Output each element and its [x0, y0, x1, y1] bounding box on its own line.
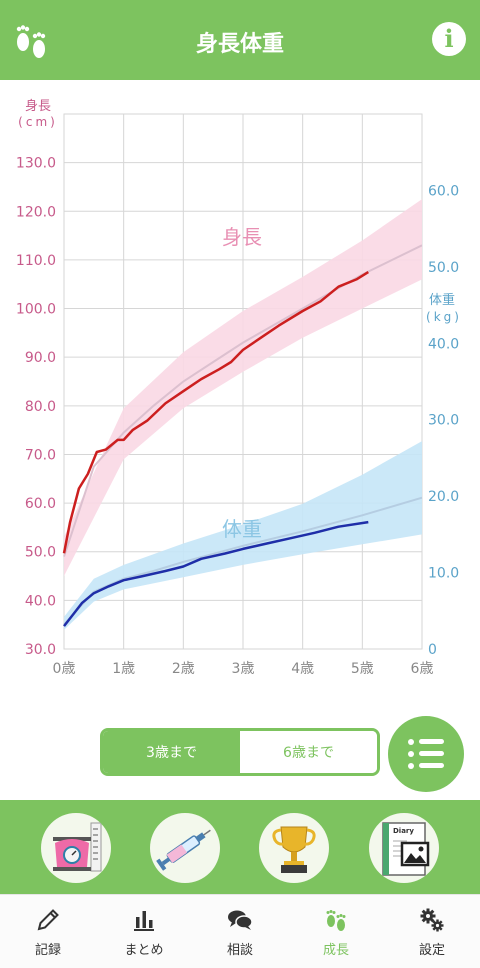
page-title: 身長体重 [195, 32, 284, 57]
tab-record[interactable]: 記録 [0, 895, 96, 968]
weight-tick-label: 0 [428, 642, 437, 658]
tab-settings-label: 設定 [418, 943, 445, 958]
age-tick-label: 0歳 [53, 661, 76, 677]
pencil-icon [37, 909, 59, 931]
scale-icon [53, 822, 102, 872]
height-tick-label: 80.0 [25, 399, 56, 415]
tab-record-label: 記録 [34, 943, 61, 958]
height-axis-unit: (cm) [18, 115, 58, 129]
height-series-label: 身長 [222, 225, 262, 249]
app-header: 身長体重 i [0, 0, 480, 80]
age-tick-label: 2歳 [172, 661, 195, 677]
height-tick-label: 30.0 [25, 642, 56, 658]
weight-tick-label: 60.0 [428, 183, 459, 199]
age-tick-label: 4歳 [291, 661, 314, 677]
tab-growth[interactable]: 成長 [288, 895, 384, 968]
height-tick-label: 120.0 [16, 204, 56, 220]
weight-tick-label: 20.0 [428, 489, 459, 505]
trophy-icon [272, 826, 316, 873]
height-tick-label: 100.0 [16, 302, 56, 318]
weight-axis-unit: (kg) [426, 310, 462, 324]
vaccine-button[interactable] [150, 813, 220, 883]
diary-icon: Diary [382, 822, 430, 876]
weight-axis-title: 体重 [429, 292, 455, 308]
tab-summary-label: まとめ [124, 943, 164, 958]
height-tick-label: 110.0 [16, 253, 56, 269]
diary-button[interactable]: Diary [369, 813, 439, 883]
weight-tick-label: 50.0 [428, 260, 459, 276]
scale-button[interactable] [41, 813, 111, 883]
weight-series-label: 体重 [222, 517, 262, 541]
gears-icon [420, 908, 444, 932]
weight-tick-label: 30.0 [428, 413, 459, 429]
tab-summary[interactable]: まとめ [96, 895, 192, 968]
height-tick-label: 50.0 [25, 545, 56, 561]
tab-consult[interactable]: 相談 [192, 895, 288, 968]
footprints-icon [326, 910, 346, 931]
tab-growth-label: 成長 [322, 943, 349, 958]
height-tick-label: 130.0 [16, 156, 56, 172]
milestones-button[interactable] [259, 813, 329, 883]
info-icon[interactable]: i [432, 22, 466, 56]
syringe-icon [156, 829, 211, 871]
feature-bar: Diary [0, 800, 480, 894]
growth-chart-svg: 30.0 40.0 50.0 60.0 70.0 80.0 90.0 100.0 110.0 12… [16, 98, 462, 677]
diary-icon-label: Diary [393, 827, 414, 835]
speech-bubbles-icon [228, 910, 253, 930]
growth-chart: 30.0 40.0 50.0 60.0 70.0 80.0 90.0 100.0 110.0 12… [0, 80, 480, 700]
range-option-6y[interactable]: 6歳まで [240, 731, 377, 773]
age-tick-label: 3歳 [232, 661, 255, 677]
weight-tick-label: 40.0 [428, 336, 459, 352]
height-tick-label: 40.0 [25, 593, 56, 609]
range-toggle: 3歳まで 6歳まで [100, 728, 380, 776]
weight-tick-label: 10.0 [428, 566, 459, 582]
tab-settings[interactable]: 設定 [384, 895, 480, 968]
list-button[interactable] [388, 716, 464, 792]
range-option-3y[interactable]: 3歳まで [103, 731, 240, 773]
height-tick-label: 70.0 [25, 447, 56, 463]
age-tick-label: 5歳 [351, 661, 374, 677]
age-tick-label: 1歳 [112, 661, 135, 677]
bottom-nav: 記録 まとめ 相談 成長 設定 [0, 894, 480, 968]
tab-consult-label: 相談 [226, 943, 253, 958]
height-tick-label: 90.0 [25, 350, 56, 366]
height-axis-title: 身長 [25, 98, 51, 114]
age-tick-label: 6歳 [411, 661, 434, 677]
height-tick-label: 60.0 [25, 496, 56, 512]
bar-chart-icon [134, 911, 154, 931]
